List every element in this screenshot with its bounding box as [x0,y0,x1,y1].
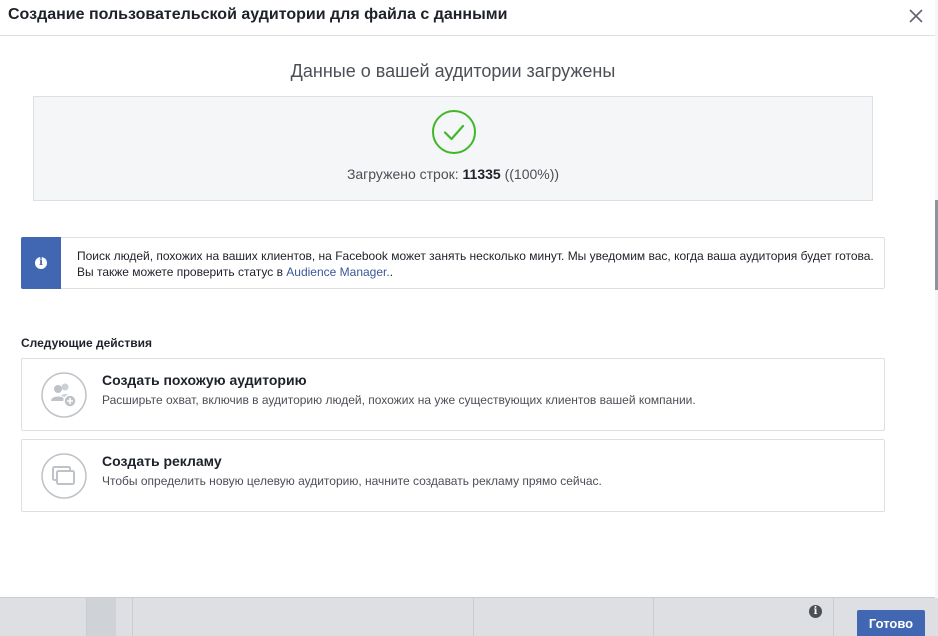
background-column [86,598,116,636]
create-lookalike-audience-card[interactable]: Создать похожую аудиторию Расширьте охва… [21,358,885,431]
dialog-header: Создание пользовательской аудитории для … [0,0,935,36]
background-column [653,598,654,636]
create-ad-title: Создать рекламу [102,453,222,469]
create-ad-card[interactable]: Создать рекламу Чтобы определить новую ц… [21,439,885,512]
create-ad-icon [41,453,87,499]
info-notice-bar: i [21,237,61,289]
rows-uploaded-percent: ((100%)) [504,166,560,182]
lookalike-audience-icon [41,372,87,418]
background-page: i [0,598,938,636]
rows-uploaded-count: 11335 [462,166,501,182]
create-lookalike-audience-title: Создать похожую аудиторию [102,372,307,388]
info-icon: i [35,257,47,269]
check-circle-icon [432,110,476,154]
background-column [132,598,172,636]
next-steps-heading: Следующие действия [21,336,152,350]
info-notice-text: Поиск людей, похожих на ваших клиентов, … [77,248,877,280]
info-notice-suffix: . [389,265,394,279]
upload-status-title: Данные о вашей аудитории загружены [290,61,616,81]
custom-audience-dialog: Создание пользовательской аудитории для … [0,0,935,598]
info-icon[interactable]: i [809,605,822,618]
info-notice-body: Поиск людей, похожих на ваших клиентов, … [77,249,874,279]
info-notice: i Поиск людей, похожих на ваших клиентов… [21,237,885,289]
upload-summary-box: Загружено строк: 11335 ((100%)) [33,96,873,201]
create-lookalike-audience-description: Расширьте охват, включив в аудиторию люд… [102,393,696,407]
create-ad-description: Чтобы определить новую целевую аудиторию… [102,474,602,488]
background-column [473,598,474,636]
done-button[interactable]: Готово [857,610,925,636]
audience-manager-link[interactable]: Audience Manager. [286,265,389,279]
dialog-title: Создание пользовательской аудитории для … [8,6,508,23]
background-column [833,598,834,636]
rows-uploaded: Загружено строк: 11335 ((100%)) [34,166,872,182]
close-icon[interactable] [906,6,926,26]
rows-uploaded-label: Загружено строк: [346,166,459,182]
